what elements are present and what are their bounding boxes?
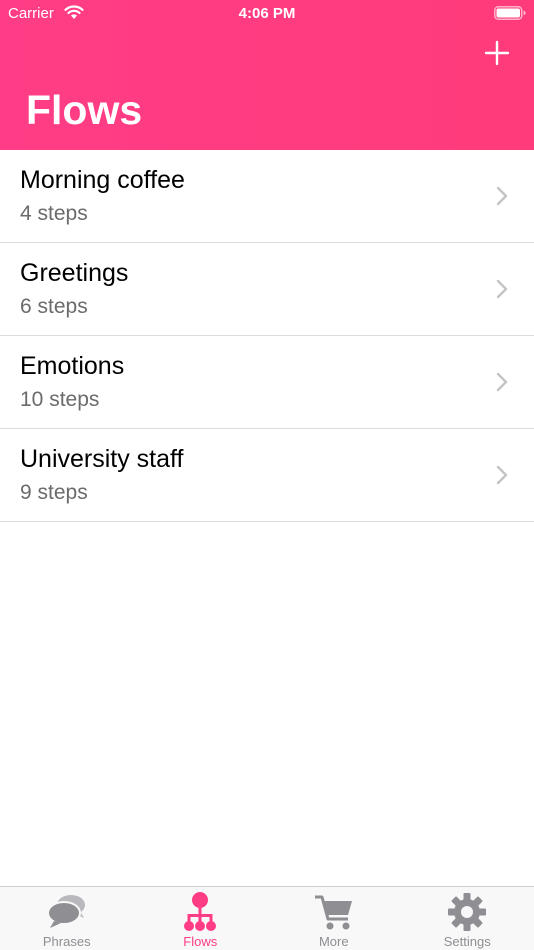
flow-title: Greetings: [20, 259, 129, 287]
flow-step-count: 4 steps: [20, 202, 88, 225]
tab-label: Phrases: [42, 934, 91, 949]
tab-bar: Phrases Flows More Settings: [0, 886, 534, 950]
list-item[interactable]: Greetings 6 steps: [0, 243, 534, 336]
flow-tree-icon: [184, 892, 217, 931]
flow-title: University staff: [20, 445, 184, 473]
clock: 4:06 PM: [238, 5, 296, 22]
status-bar: Carrier 4:06 PM: [0, 0, 534, 30]
gear-icon: [448, 893, 487, 931]
battery-icon: [494, 6, 526, 20]
list-item[interactable]: University staff 9 steps: [0, 429, 534, 522]
chevron-right-icon: [496, 279, 508, 299]
tab-label: More: [318, 934, 349, 949]
tab-phrases[interactable]: Phrases: [0, 887, 134, 950]
list-item[interactable]: Morning coffee 4 steps: [0, 150, 534, 243]
flow-title: Emotions: [20, 352, 125, 380]
cart-icon: [314, 895, 352, 930]
speech-bubbles-icon: [46, 895, 85, 928]
header: Carrier 4:06 PM Flows: [0, 0, 534, 150]
list-item[interactable]: Emotions 10 steps: [0, 336, 534, 429]
tab-more[interactable]: More: [267, 887, 401, 950]
flow-step-count: 10 steps: [20, 388, 100, 411]
flow-title: Morning coffee: [20, 166, 185, 194]
page-title: Flows: [26, 87, 143, 133]
flow-step-count: 6 steps: [20, 295, 88, 318]
tab-flows[interactable]: Flows: [134, 887, 268, 950]
chevron-right-icon: [496, 186, 508, 206]
tab-label: Flows: [183, 934, 218, 949]
add-flow-button[interactable]: [484, 40, 510, 66]
chevron-right-icon: [496, 372, 508, 392]
tab-settings[interactable]: Settings: [401, 887, 534, 950]
flow-step-count: 9 steps: [20, 481, 88, 504]
chevron-right-icon: [496, 465, 508, 485]
flows-screen: Carrier 4:06 PM Flows Morning coffee 4 s…: [0, 0, 534, 950]
flows-list: Morning coffee 4 steps Greetings 6 steps…: [0, 150, 534, 522]
tab-label: Settings: [443, 934, 491, 949]
